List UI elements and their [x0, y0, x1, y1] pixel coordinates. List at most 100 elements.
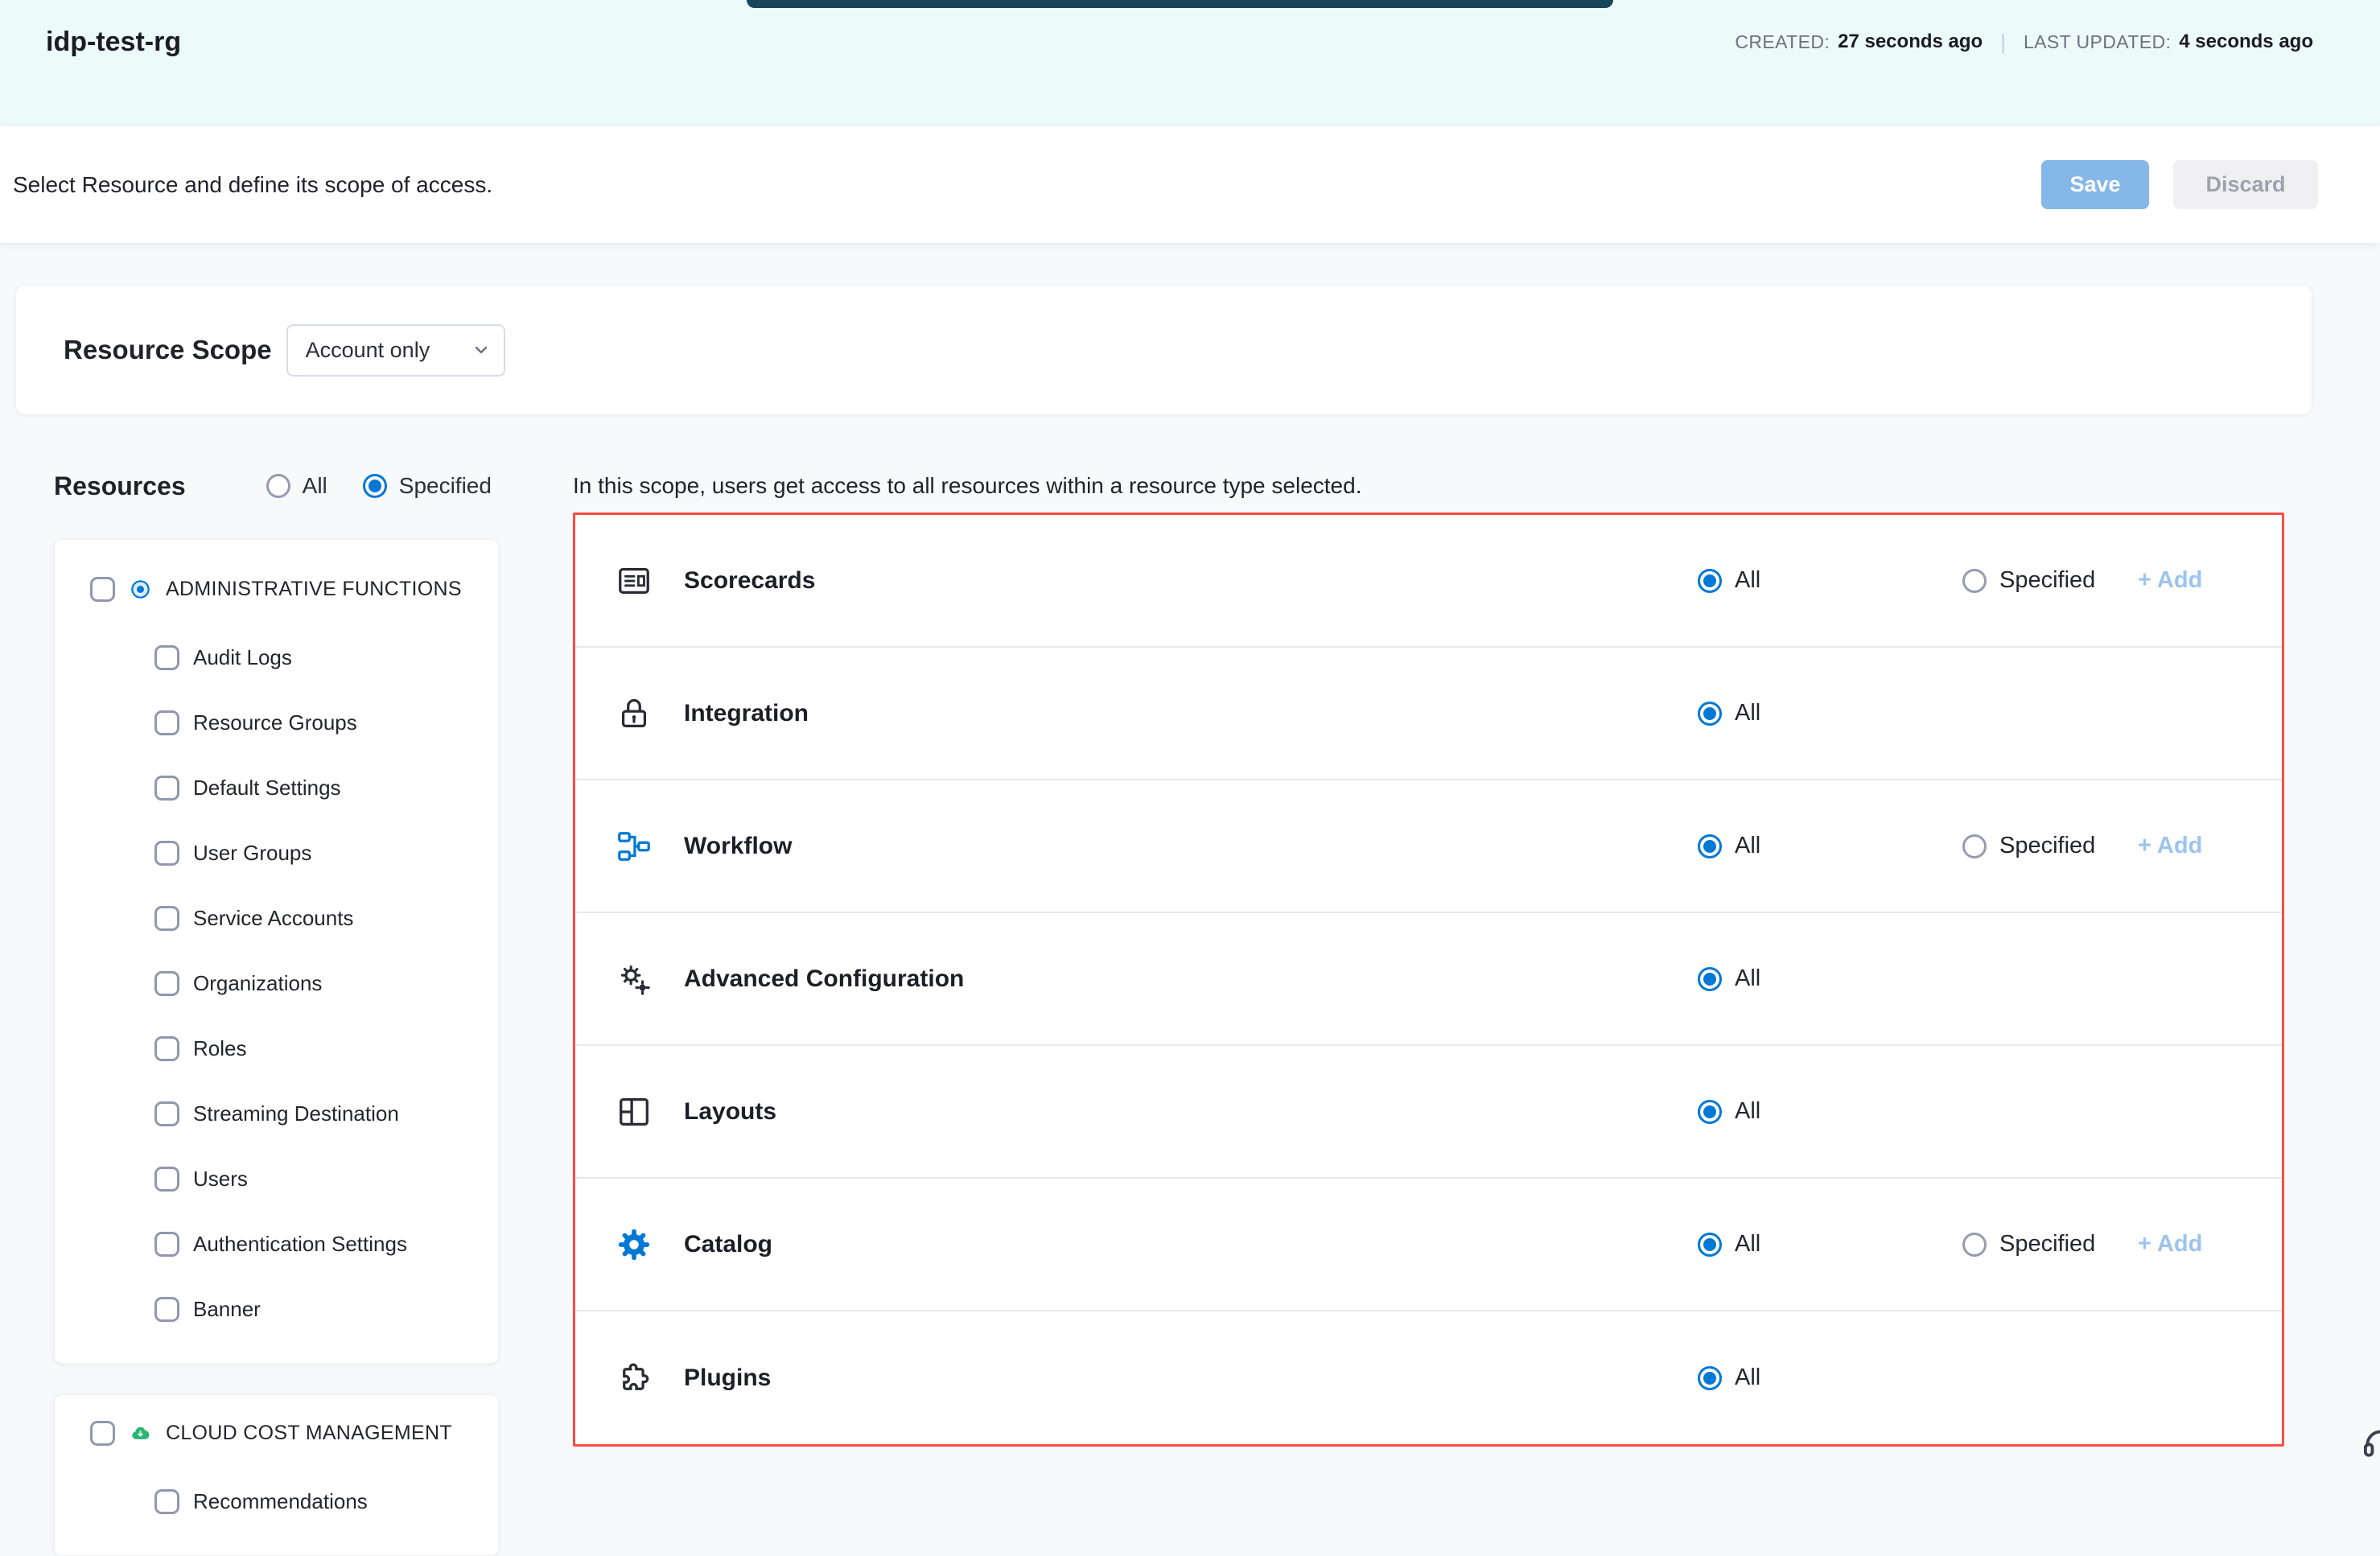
created-label: CREATED: — [1735, 18, 1830, 66]
item-checkbox[interactable] — [154, 710, 179, 735]
workflow-all-radio[interactable]: All — [1698, 780, 1760, 912]
item-checkbox[interactable] — [154, 1167, 179, 1192]
item-checkbox[interactable] — [154, 971, 179, 996]
group-label: CLOUD COST MANAGEMENT — [166, 1422, 452, 1445]
resource-type-row-integration: Integration All — [575, 648, 2282, 780]
radio-icon[interactable] — [1962, 569, 1987, 593]
radio-icon[interactable] — [1698, 1100, 1722, 1124]
radio-icon[interactable] — [1698, 834, 1722, 858]
scorecards-add-button[interactable]: + Add — [2138, 515, 2202, 646]
item-checkbox[interactable] — [154, 906, 179, 931]
support-headset-icon[interactable] — [2359, 1421, 2380, 1464]
group-checkbox[interactable] — [90, 1421, 115, 1446]
resource-item-user-groups[interactable]: User Groups — [55, 821, 498, 886]
advanced-configuration-all-radio[interactable]: All — [1698, 913, 1760, 1044]
content-area: Resources All Specified ADMINISTRATIVE F… — [0, 461, 2380, 1556]
workflow-specified-radio[interactable]: Specified — [1962, 780, 2095, 912]
resource-type-row-plugins: Plugins All — [575, 1311, 2282, 1444]
radio-icon[interactable] — [266, 474, 290, 498]
item-checkbox[interactable] — [154, 645, 179, 670]
resource-item-banner[interactable]: Banner — [55, 1277, 498, 1342]
updated-value: 4 seconds ago — [2179, 18, 2313, 66]
resource-type-row-layouts: Layouts All — [575, 1046, 2282, 1179]
resource-types-panel: In this scope, users get access to all r… — [573, 461, 2284, 1447]
group-administrative-functions[interactable]: ADMINISTRATIVE FUNCTIONS — [55, 567, 498, 611]
resource-item-roles[interactable]: Roles — [55, 1016, 498, 1081]
item-checkbox[interactable] — [154, 776, 179, 801]
resource-item-streaming-destination[interactable]: Streaming Destination — [55, 1081, 498, 1146]
integration-icon — [616, 695, 653, 732]
resources-header: Resources All Specified — [54, 461, 499, 511]
scorecards-all-radio[interactable]: All — [1698, 515, 1760, 646]
highlighted-resource-list: Scorecards All Specified + Add Integrati… — [573, 512, 2284, 1447]
resource-item-audit-logs[interactable]: Audit Logs — [55, 625, 498, 690]
radio-icon[interactable] — [1698, 1366, 1722, 1390]
resource-scope-value: Account only — [306, 338, 430, 363]
resource-type-row-catalog: Catalog All Specified + Add — [575, 1179, 2282, 1311]
radio-icon[interactable] — [1962, 834, 1987, 858]
resource-scope-card: Resource Scope Account only — [15, 285, 2312, 415]
resource-item-recommendations[interactable]: Recommendations — [55, 1469, 498, 1534]
resources-title: Resources — [54, 471, 186, 501]
group-checkbox[interactable] — [90, 577, 115, 602]
item-checkbox[interactable] — [154, 1232, 179, 1257]
catalog-icon — [616, 1226, 653, 1263]
advanced-configuration-icon — [616, 961, 653, 998]
workflow-icon — [616, 828, 653, 865]
admin-functions-card: ADMINISTRATIVE FUNCTIONS Audit Logs Reso… — [54, 539, 499, 1364]
workflow-add-button[interactable]: + Add — [2138, 780, 2202, 912]
resource-item-default-settings[interactable]: Default Settings — [55, 755, 498, 821]
plugins-all-radio[interactable]: All — [1698, 1311, 1760, 1444]
item-checkbox[interactable] — [154, 841, 179, 866]
resource-item-service-accounts[interactable]: Service Accounts — [55, 886, 498, 951]
item-checkbox[interactable] — [154, 1101, 179, 1126]
resource-item-authentication-settings[interactable]: Authentication Settings — [55, 1212, 498, 1277]
radio-icon[interactable] — [363, 474, 387, 498]
catalog-add-button[interactable]: + Add — [2138, 1179, 2202, 1310]
radio-icon[interactable] — [1698, 967, 1722, 991]
group-cloud-cost-management[interactable]: CLOUD COST MANAGEMENT — [55, 1411, 498, 1455]
resource-scope-dropdown[interactable]: Account only — [286, 324, 505, 377]
plugins-icon — [616, 1360, 653, 1397]
chevron-down-icon — [471, 340, 491, 360]
resource-item-resource-groups[interactable]: Resource Groups — [55, 690, 498, 755]
layouts-all-radio[interactable]: All — [1698, 1046, 1760, 1177]
catalog-specified-radio[interactable]: Specified — [1962, 1179, 2095, 1310]
resource-type-row-advanced-configuration: Advanced Configuration All — [575, 913, 2282, 1046]
integration-all-radio[interactable]: All — [1698, 648, 1760, 779]
resource-type-row-workflow: Workflow All Specified + Add — [575, 780, 2282, 913]
resource-item-organizations[interactable]: Organizations — [55, 951, 498, 1016]
page-header: idp-test-rg CREATED: 27 seconds ago | LA… — [0, 0, 2380, 126]
updated-label: LAST UPDATED: — [2024, 18, 2171, 66]
item-checkbox[interactable] — [154, 1297, 179, 1322]
timestamps: CREATED: 27 seconds ago | LAST UPDATED: … — [1735, 18, 2313, 66]
group-label: ADMINISTRATIVE FUNCTIONS — [166, 578, 462, 601]
radio-icon[interactable] — [1962, 1233, 1987, 1257]
created-value: 27 seconds ago — [1838, 18, 1983, 66]
top-progress-pill — [747, 0, 1613, 8]
meta-separator: | — [2000, 18, 2006, 66]
resources-specified-radio[interactable]: Specified — [363, 473, 492, 499]
catalog-all-radio[interactable]: All — [1698, 1179, 1760, 1310]
resources-all-radio[interactable]: All — [266, 473, 327, 499]
resources-sidebar: Resources All Specified ADMINISTRATIVE F… — [54, 461, 499, 1556]
toolbar-buttons: Save Discard — [2041, 160, 2318, 209]
radio-icon[interactable] — [1698, 702, 1722, 726]
resource-type-row-scorecards: Scorecards All Specified + Add — [575, 515, 2282, 648]
radio-icon[interactable] — [1698, 569, 1722, 593]
resource-item-users[interactable]: Users — [55, 1146, 498, 1212]
item-checkbox[interactable] — [154, 1489, 179, 1514]
resource-scope-label: Resource Scope — [64, 335, 272, 365]
save-button[interactable]: Save — [2041, 160, 2149, 209]
scorecards-specified-radio[interactable]: Specified — [1962, 515, 2095, 646]
cloud-cost-card: CLOUD COST MANAGEMENT Recommendations — [54, 1394, 499, 1556]
administrative-functions-icon — [130, 578, 151, 600]
toolbar-description: Select Resource and define its scope of … — [13, 172, 492, 198]
radio-icon[interactable] — [1698, 1233, 1722, 1257]
discard-button[interactable]: Discard — [2173, 160, 2318, 209]
scorecards-icon — [616, 562, 653, 599]
cloud-cost-management-icon — [130, 1422, 151, 1444]
page-title: idp-test-rg — [46, 18, 181, 66]
item-checkbox[interactable] — [154, 1036, 179, 1061]
action-toolbar: Select Resource and define its scope of … — [0, 126, 2380, 243]
